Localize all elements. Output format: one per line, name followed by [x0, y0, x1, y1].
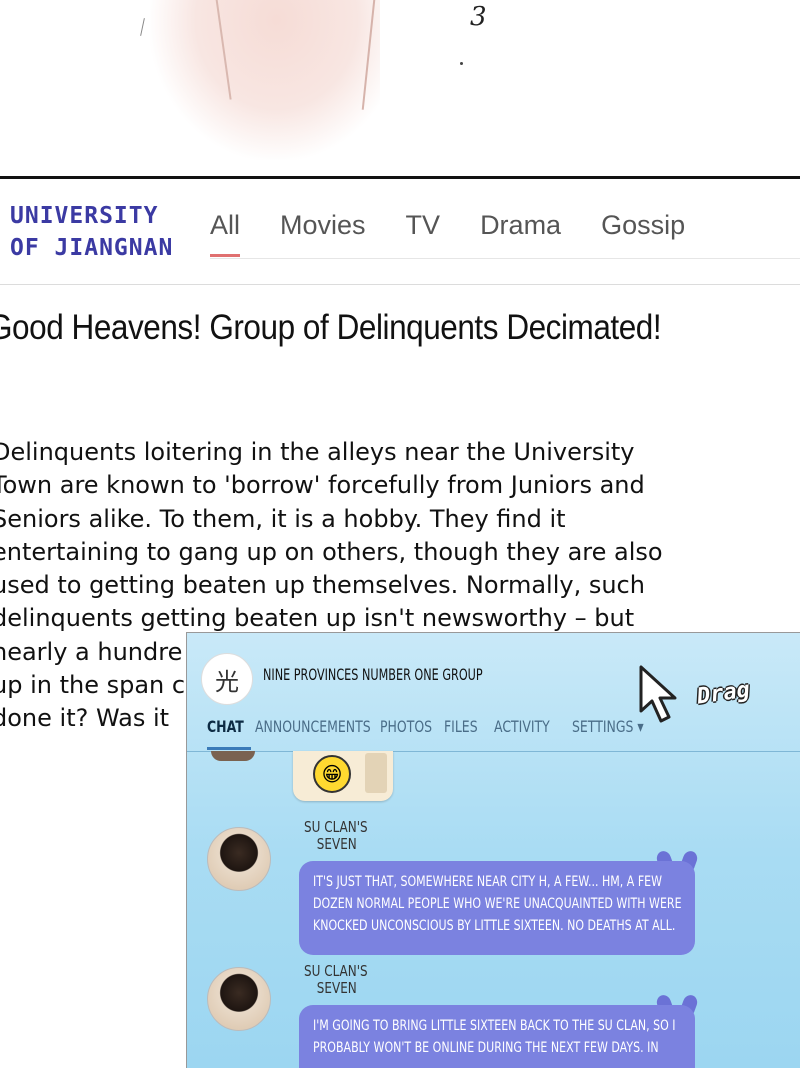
- manga-panel-art: 3: [0, 0, 800, 176]
- group-chat-title: NINE PROVINCES NUMBER ONE GROUP: [263, 665, 483, 684]
- active-tab-indicator: [207, 747, 251, 750]
- article-line: Town are known to 'borrow' forcefully fr…: [0, 471, 645, 500]
- art-dot: [460, 62, 463, 65]
- cursor-arrow-icon: [639, 665, 677, 723]
- grin-sticker: 😁: [293, 751, 393, 801]
- group-avatar[interactable]: 光: [201, 653, 253, 705]
- message-line: IT'S JUST THAT, SOMEWHERE NEAR CITY H, A…: [313, 874, 663, 890]
- logo-line-1: UNIVERSITY: [10, 203, 159, 229]
- message-bubble: IT'S JUST THAT, SOMEWHERE NEAR CITY H, A…: [299, 861, 695, 955]
- logo-line-2: OF JIANGNAN: [10, 235, 174, 261]
- chat-tabs-divider: [187, 751, 800, 752]
- scroll-icon: [365, 753, 387, 793]
- sender-name: SU CLAN'S SEVEN: [304, 963, 368, 997]
- message-bubble: I'M GOING TO BRING LITTLE SIXTEEN BACK T…: [299, 1005, 695, 1068]
- article-line: delinquents getting beaten up isn't news…: [0, 604, 635, 633]
- sender-line: SU CLAN'S: [304, 962, 368, 980]
- tabs-divider: [210, 258, 800, 259]
- chat-tabs: CHAT ANNOUNCEMENTS PHOTOS FILES ACTIVITY…: [207, 717, 662, 736]
- art-mark: 3: [470, 2, 487, 32]
- tab-gossip[interactable]: Gossip: [601, 210, 685, 256]
- category-tabs: All Movies TV Drama Gossip: [210, 210, 725, 257]
- chat-tab-photos[interactable]: PHOTOS: [380, 717, 432, 736]
- message-line: DOZEN NORMAL PEOPLE WHO WE'RE UNACQUAINT…: [313, 896, 682, 912]
- article-line: entertaining to gang up on others, thoug…: [0, 537, 663, 566]
- chat-tab-files[interactable]: FILES: [444, 717, 478, 736]
- sender-line: SU CLAN'S: [304, 818, 368, 836]
- tab-drama[interactable]: Drama: [480, 210, 561, 256]
- article-headline: Good Heavens! Group of Delinquents Decim…: [0, 308, 662, 347]
- group-chat-window[interactable]: 光 NINE PROVINCES NUMBER ONE GROUP Drag C…: [186, 632, 800, 1068]
- tab-movies[interactable]: Movies: [280, 210, 366, 256]
- drag-label: Drag: [695, 677, 752, 710]
- article-line: used to getting beaten up themselves. No…: [0, 571, 645, 600]
- message-line: KNOCKED UNCONSCIOUS BY LITTLE SIXTEEN. N…: [313, 918, 676, 934]
- panel-divider: [0, 176, 800, 179]
- tab-all[interactable]: All: [210, 210, 241, 257]
- chat-tab-settings[interactable]: SETTINGS ▾: [572, 717, 644, 736]
- header-divider: [0, 284, 800, 285]
- avatar[interactable]: [207, 827, 271, 891]
- message-line: I'M GOING TO BRING LITTLE SIXTEEN BACK T…: [313, 1018, 676, 1034]
- article-line: Seniors alike. To them, it is a hobby. T…: [0, 504, 566, 533]
- article-line: Delinquents loitering in the alleys near…: [0, 438, 635, 466]
- avatar[interactable]: [207, 967, 271, 1031]
- chat-tab-chat[interactable]: CHAT: [207, 717, 244, 736]
- tab-tv[interactable]: TV: [406, 210, 441, 256]
- sender-line: SEVEN: [316, 979, 357, 997]
- grin-emoji-icon: 😁: [313, 755, 351, 793]
- chat-tab-announcements[interactable]: ANNOUNCEMENTS: [255, 717, 371, 736]
- message-line: PROBABLY WON'T BE ONLINE DURING THE NEXT…: [313, 1040, 659, 1056]
- chat-tab-activity[interactable]: ACTIVITY: [494, 717, 550, 736]
- avatar: [211, 751, 255, 761]
- site-logo[interactable]: UNIVERSITY OF JIANGNAN: [10, 200, 185, 264]
- art-skin-shape: [150, 0, 380, 160]
- sender-line: SEVEN: [316, 835, 357, 853]
- art-stroke: [140, 18, 145, 36]
- sender-name: SU CLAN'S SEVEN: [304, 819, 368, 853]
